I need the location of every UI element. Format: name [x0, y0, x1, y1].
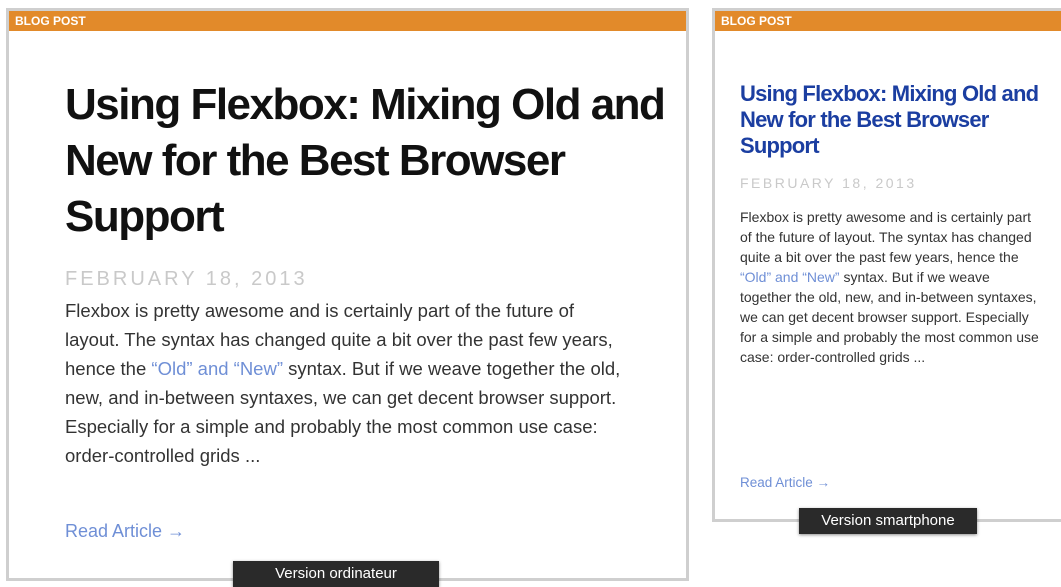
desktop-blog-card: BLOG POST Using Flexbox: Mixing Old and …: [6, 8, 689, 581]
blog-post-tag: BLOG POST: [9, 11, 686, 31]
post-date: FEBRUARY 18, 2013: [65, 268, 308, 290]
old-new-link[interactable]: “Old” and “New”: [740, 269, 840, 285]
excerpt-text-start: Flexbox is pretty awesome and is certain…: [740, 209, 1032, 265]
smartphone-version-caption: Version smartphone: [799, 508, 977, 534]
mobile-blog-card: BLOG POST Using Flexbox: Mixing Old and …: [712, 8, 1061, 522]
post-excerpt: Flexbox is pretty awesome and is certain…: [740, 207, 1045, 367]
post-excerpt: Flexbox is pretty awesome and is certain…: [65, 296, 625, 470]
blog-post-tag: BLOG POST: [715, 11, 1061, 31]
post-title[interactable]: Using Flexbox: Mixing Old and New for th…: [65, 77, 666, 245]
desktop-version-caption: Version ordinateur: [233, 561, 439, 587]
read-article-link[interactable]: Read Article →: [740, 475, 830, 490]
old-new-link[interactable]: “Old” and “New”: [151, 358, 283, 379]
post-date: FEBRUARY 18, 2013: [740, 175, 917, 191]
read-article-link[interactable]: Read Article →: [65, 521, 185, 542]
post-title[interactable]: Using Flexbox: Mixing Old and New for th…: [740, 81, 1040, 159]
